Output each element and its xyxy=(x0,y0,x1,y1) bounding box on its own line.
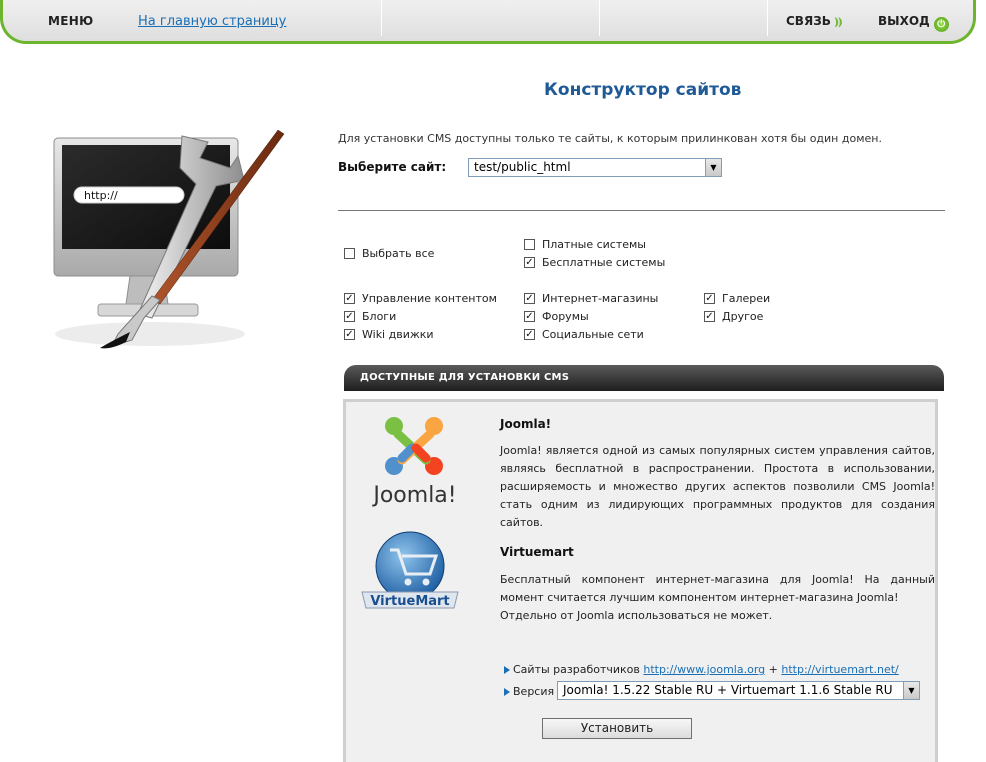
install-button[interactable]: Установить xyxy=(542,718,692,739)
checkbox-label: Форумы xyxy=(542,310,589,323)
cms-description-joomla: Joomla! является одной из самых популярн… xyxy=(500,444,935,529)
cms-name-joomla: Joomla! xyxy=(500,417,552,431)
category-checkbox-shops[interactable]: ✓ Интернет-магазины xyxy=(524,292,658,305)
checkbox-checked[interactable]: ✓ xyxy=(344,311,355,322)
category-checkbox-wiki[interactable]: ✓ Wiki движки xyxy=(344,328,434,341)
free-systems-checkbox[interactable]: ✓ Бесплатные системы xyxy=(524,256,665,269)
checkbox-checked[interactable]: ✓ xyxy=(344,329,355,340)
logout-button[interactable]: ВЫХОД ⏻ xyxy=(878,14,949,32)
version-select-value: Joomla! 1.5.22 Stable RU + Virtuemart 1.… xyxy=(563,683,893,697)
category-checkbox-content-management[interactable]: ✓ Управление контентом xyxy=(344,292,497,305)
checkbox-checked[interactable]: ✓ xyxy=(704,293,715,304)
checkbox-checked[interactable]: ✓ xyxy=(524,311,535,322)
checkbox-label: Управление контентом xyxy=(362,292,497,305)
section-divider xyxy=(338,210,945,211)
topbar-separator xyxy=(767,0,768,36)
site-select-value: test/public_html xyxy=(474,160,571,174)
joomla-logo-icon: Joomla! xyxy=(371,417,457,508)
home-page-link[interactable]: На главную страницу xyxy=(138,14,286,29)
checkbox-label: Платные системы xyxy=(542,238,646,251)
checkbox-checked[interactable]: ✓ xyxy=(704,311,715,322)
checkbox-label: Блоги xyxy=(362,310,397,323)
menu-button[interactable]: МЕНЮ xyxy=(48,14,93,28)
checkbox-label: Социальные сети xyxy=(542,328,644,341)
plus-sign: + xyxy=(768,663,778,676)
virtuemart-site-link[interactable]: http://virtuemart.net/ xyxy=(781,663,898,676)
select-all-checkbox[interactable]: Выбрать все xyxy=(344,247,434,260)
joomla-logo-text: Joomla! xyxy=(371,483,456,508)
checkbox-unchecked[interactable] xyxy=(344,248,355,259)
category-checkbox-other[interactable]: ✓ Другое xyxy=(704,310,763,323)
site-builder-illustration-icon: http:// xyxy=(53,129,285,349)
joomla-site-link[interactable]: http://www.joomla.org xyxy=(643,663,765,676)
power-icon: ⏻ xyxy=(933,17,949,32)
developer-sites-label: Сайты разработчиков xyxy=(513,663,640,676)
contact-button[interactable]: СВЯЗЬ ⦆⦆ xyxy=(786,14,842,29)
topbar-separator xyxy=(599,0,600,36)
checkbox-label: Wiki движки xyxy=(362,328,434,341)
contact-label: СВЯЗЬ xyxy=(786,14,831,28)
developer-sites-row: Сайты разработчиков http://www.joomla.or… xyxy=(504,663,899,676)
site-select[interactable]: test/public_html ▼ xyxy=(468,158,722,177)
illustration-url-text: http:// xyxy=(84,189,118,202)
signal-waves-icon: ⦆⦆ xyxy=(834,15,843,28)
topbar-separator xyxy=(381,0,382,36)
logout-label: ВЫХОД xyxy=(878,14,930,28)
category-checkbox-galleries[interactable]: ✓ Галереи xyxy=(704,292,770,305)
virtuemart-logo-icon: VirtueMart xyxy=(361,531,459,609)
page-title: Конструктор сайтов xyxy=(544,80,742,100)
chevron-down-icon[interactable]: ▼ xyxy=(705,159,721,176)
triangle-right-icon xyxy=(504,665,510,674)
checkbox-label: Бесплатные системы xyxy=(542,256,666,269)
cms-note-virtuemart: Отдельно от Joomla использоваться не мож… xyxy=(500,609,773,622)
category-checkbox-forums[interactable]: ✓ Форумы xyxy=(524,310,589,323)
version-label: Версия xyxy=(513,685,555,698)
checkbox-unchecked[interactable] xyxy=(524,239,535,250)
checkbox-checked[interactable]: ✓ xyxy=(524,257,535,268)
category-checkbox-social[interactable]: ✓ Социальные сети xyxy=(524,328,644,341)
checkbox-checked[interactable]: ✓ xyxy=(524,293,535,304)
version-select[interactable]: Joomla! 1.5.22 Stable RU + Virtuemart 1.… xyxy=(557,681,920,700)
paid-systems-checkbox[interactable]: Платные системы xyxy=(524,238,646,251)
version-row: Версия xyxy=(504,685,554,698)
triangle-right-icon xyxy=(504,687,510,696)
cms-section-header: ДОСТУПНЫЕ ДЛЯ УСТАНОВКИ CMS xyxy=(344,365,944,391)
cms-name-virtuemart: Virtuemart xyxy=(500,545,574,559)
cms-availability-note: Для установки CMS доступны только те сай… xyxy=(338,132,882,145)
cms-description-virtuemart-text: Бесплатный компонент интернет-магазина д… xyxy=(500,573,935,604)
checkbox-checked[interactable]: ✓ xyxy=(524,329,535,340)
cms-description-virtuemart: Бесплатный компонент интернет-магазина д… xyxy=(500,571,935,625)
checkbox-label: Другое xyxy=(722,310,764,323)
checkbox-checked[interactable]: ✓ xyxy=(344,293,355,304)
category-checkbox-blogs[interactable]: ✓ Блоги xyxy=(344,310,396,323)
checkbox-label: Выбрать все xyxy=(362,247,435,260)
checkbox-label: Галереи xyxy=(722,292,771,305)
choose-site-label: Выберите сайт: xyxy=(338,160,447,174)
chevron-down-icon[interactable]: ▼ xyxy=(903,682,919,699)
checkbox-label: Интернет-магазины xyxy=(542,292,659,305)
virtuemart-logo-text: VirtueMart xyxy=(370,594,449,609)
